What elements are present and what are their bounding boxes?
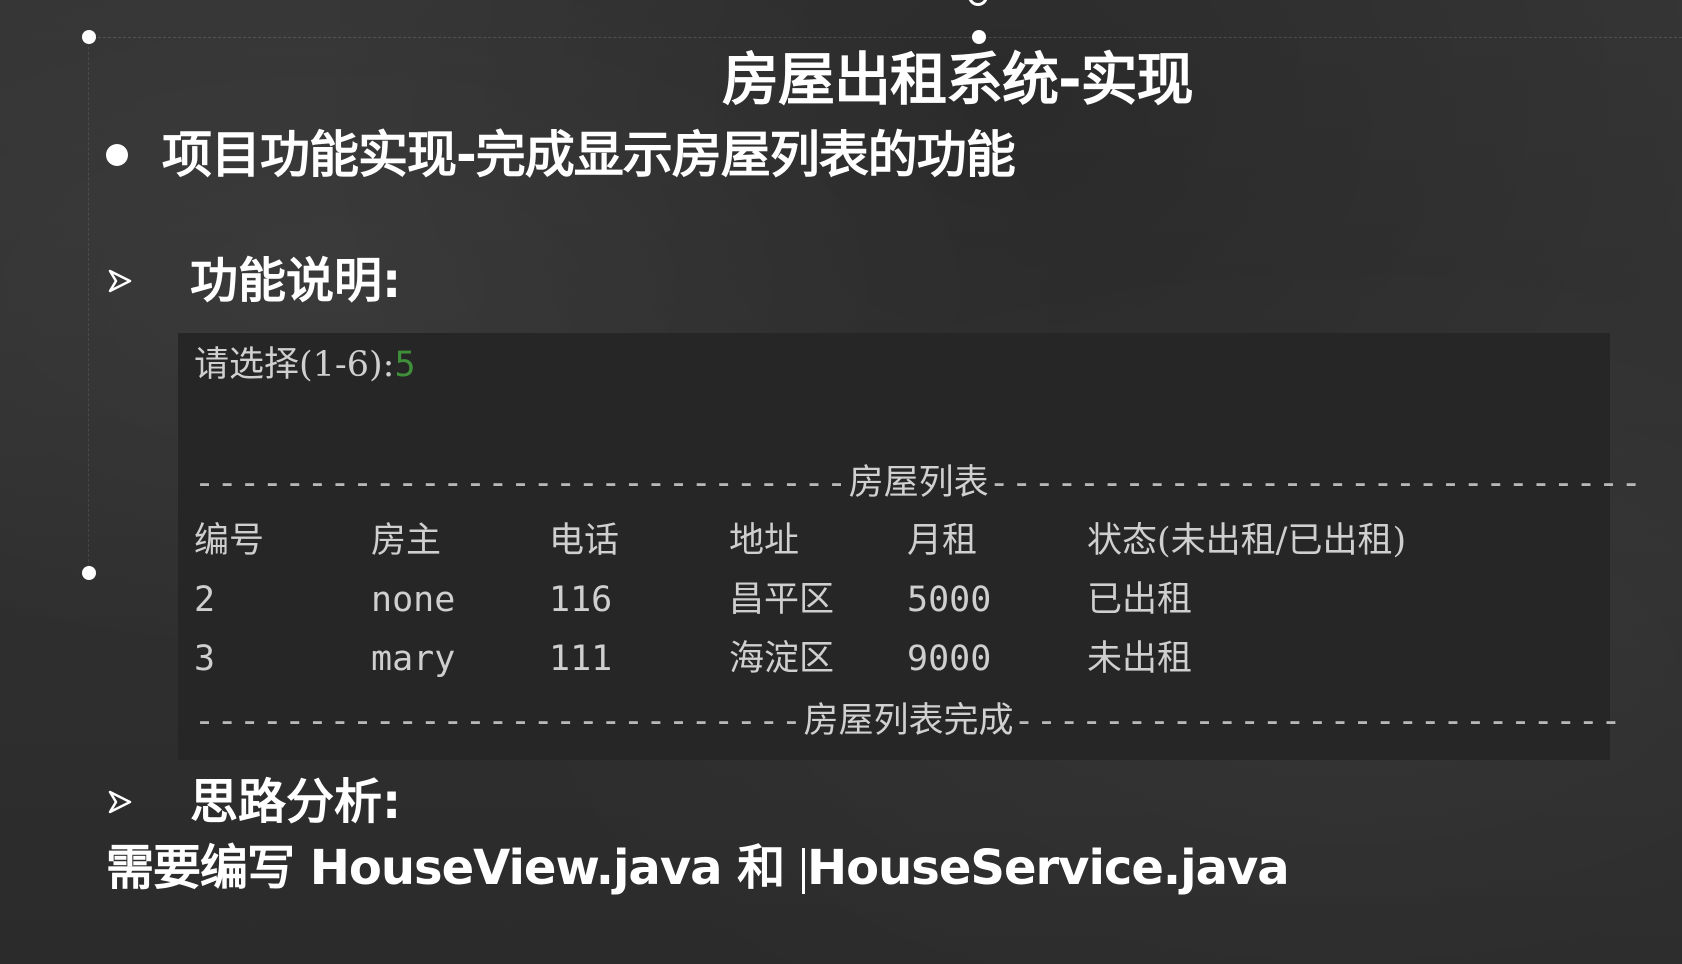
slide: 房屋出租系统-实现 项目功能实现-完成显示房屋列表的功能 功能说明: 请选择(1… — [0, 0, 1682, 964]
frame-dot — [82, 30, 96, 44]
frame-dot — [82, 566, 96, 580]
analysis-text: 需要编写 HouseView.java 和 HouseService.java — [106, 838, 1290, 898]
list-header-separator: -----------------------------房屋列表-------… — [194, 461, 1643, 505]
list-footer-separator: ---------------------------房屋列表完成-------… — [194, 699, 1623, 743]
cell-phone: 111 — [549, 639, 613, 679]
cell-address: 海淀区 — [729, 639, 835, 679]
cell-status: 已出租 — [1087, 580, 1193, 620]
arrow-bullet-icon — [108, 269, 132, 293]
bullet-icon — [106, 144, 128, 166]
cell-rent: 5000 — [907, 580, 992, 620]
cell-id: 3 — [194, 639, 216, 679]
list-header-label: 房屋列表 — [848, 463, 989, 503]
prompt-line: 请选择(1-6):5 — [194, 343, 416, 387]
frame-left-line — [88, 37, 89, 577]
frame-top-line — [88, 37, 1682, 38]
separator-dashes: ----------------------------- — [194, 463, 849, 503]
section-function-description: 功能说明: — [106, 252, 401, 310]
column-header-phone: 电话 — [549, 521, 620, 561]
cell-id: 2 — [194, 580, 216, 620]
frame-dot — [972, 30, 986, 44]
arrow-bullet-icon — [108, 790, 132, 814]
column-header-status: 状态(未出租/已出租) — [1087, 521, 1407, 561]
column-header-address: 地址 — [729, 521, 800, 561]
cell-owner: mary — [371, 639, 456, 679]
cell-phone: 116 — [549, 580, 613, 620]
analysis-text-part: 需要编写 HouseView.java 和 — [106, 840, 800, 896]
column-header-owner: 房主 — [371, 521, 442, 561]
cell-address: 昌平区 — [729, 580, 835, 620]
prompt-value: 5 — [394, 345, 416, 385]
text-cursor — [801, 848, 805, 894]
main-bullet-text: 项目功能实现-完成显示房屋列表的功能 — [162, 126, 1016, 184]
separator-dashes: --------------------------- — [1013, 701, 1623, 741]
column-header-id: 编号 — [194, 521, 265, 561]
section-heading: 功能说明: — [190, 253, 402, 309]
hanger-icon — [968, 0, 988, 6]
cell-owner: none — [371, 580, 456, 620]
column-header-rent: 月租 — [907, 521, 978, 561]
console-output: 请选择(1-6):5 -----------------------------… — [178, 333, 1642, 760]
analysis-text-part: HouseService.java — [806, 840, 1290, 896]
cell-rent: 9000 — [907, 639, 992, 679]
slide-title: 房屋出租系统-实现 — [722, 47, 1194, 113]
section-analysis: 思路分析: — [106, 773, 401, 831]
cell-status: 未出租 — [1087, 639, 1193, 679]
prompt-label: 请选择(1-6): — [194, 345, 395, 385]
section-heading: 思路分析: — [190, 774, 402, 830]
main-bullet: 项目功能实现-完成显示房屋列表的功能 — [106, 124, 1016, 186]
list-footer-label: 房屋列表完成 — [803, 701, 1014, 741]
separator-dashes: --------------------------- — [194, 701, 804, 741]
separator-dashes: ----------------------------- — [988, 463, 1644, 503]
